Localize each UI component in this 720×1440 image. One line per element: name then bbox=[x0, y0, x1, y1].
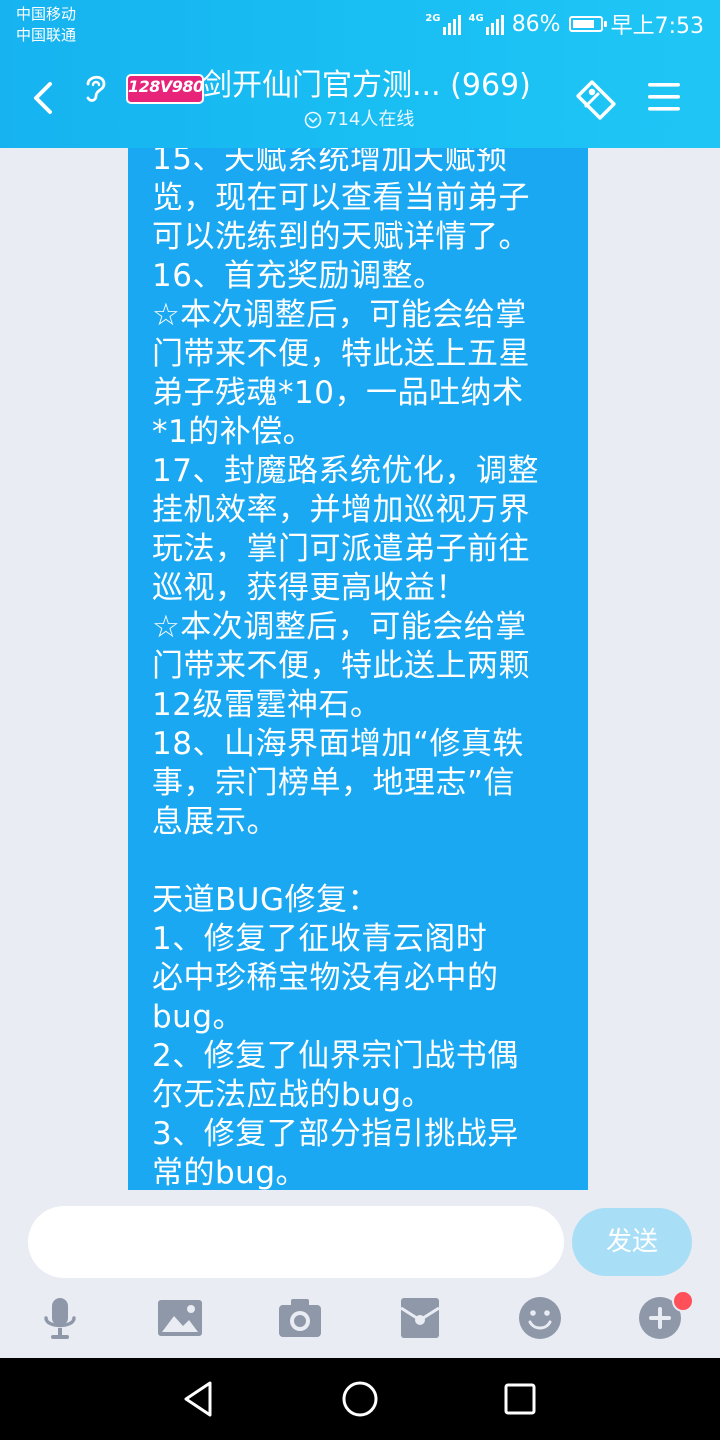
carrier-1: 中国移动 bbox=[16, 5, 77, 23]
message-line: 16、首充奖励调整。 bbox=[152, 258, 445, 294]
message-line: ☆本次调整后，可能会给掌 bbox=[152, 297, 527, 333]
message-input[interactable] bbox=[28, 1206, 564, 1278]
message-line: bug。 bbox=[152, 999, 245, 1035]
signal-2-icon: 4G bbox=[469, 13, 504, 35]
carrier-2: 中国联通 bbox=[16, 26, 77, 44]
tag-icon[interactable] bbox=[572, 76, 620, 122]
message-line: 览，现在可以查看当前弟子 bbox=[152, 180, 530, 216]
clock: 早上7:53 bbox=[610, 14, 704, 39]
message-line: 17、封魔路系统优化，调整 bbox=[152, 453, 539, 489]
message-line: 弟子残魂*10，一品吐纳术 bbox=[152, 375, 524, 411]
online-status[interactable]: 714人在线 bbox=[304, 108, 414, 132]
message-line: 挂机效率，并增加巡视万界 bbox=[152, 492, 530, 528]
navigation-bar bbox=[0, 1358, 720, 1440]
camera-icon[interactable] bbox=[276, 1294, 324, 1342]
chevron-left-icon[interactable] bbox=[28, 78, 58, 118]
message-line: 1、修复了征收青云阁时 bbox=[152, 921, 488, 957]
carrier-info: 中国移动 中国联通 bbox=[16, 4, 76, 46]
message-line: 2、修复了仙界宗门战书偶 bbox=[152, 1038, 519, 1074]
input-area: 发送 bbox=[0, 1190, 720, 1358]
message-line: *1的补偿。 bbox=[152, 414, 315, 450]
menu-icon[interactable] bbox=[646, 80, 682, 114]
microphone-icon[interactable] bbox=[36, 1294, 84, 1342]
message-line: 可以洗练到的天赋详情了。 bbox=[152, 219, 530, 255]
image-icon[interactable] bbox=[156, 1294, 204, 1342]
battery-fill bbox=[572, 20, 594, 28]
send-button[interactable]: 发送 bbox=[572, 1208, 692, 1276]
home-circle-icon[interactable] bbox=[339, 1378, 381, 1420]
message-line: 3、修复了部分指引挑战异 bbox=[152, 1116, 519, 1152]
ear-icon[interactable] bbox=[80, 70, 112, 106]
recents-square-icon[interactable] bbox=[499, 1378, 541, 1420]
back-triangle-icon[interactable] bbox=[178, 1378, 220, 1420]
message-line: 18、山海界面增加“修真轶 bbox=[152, 726, 525, 762]
battery-percent: 86% bbox=[511, 11, 561, 37]
message-line: 必中珍稀宝物没有必中的 bbox=[152, 960, 499, 996]
message-line: 15、天赋系统增加天赋预 bbox=[152, 148, 508, 177]
status-indicators: 2G 4G 86% 早上7:53 bbox=[425, 8, 704, 40]
message-line: 常的bug。 bbox=[152, 1155, 308, 1190]
message-line: 尔无法应战的bug。 bbox=[152, 1077, 434, 1113]
message-line: 天道BUG修复： bbox=[152, 882, 379, 918]
message-line: 事，宗门榜单，地理志”信 bbox=[152, 765, 516, 801]
chat-title[interactable]: 剑开仙门官方测... (969) bbox=[202, 66, 562, 106]
message-line: 12级雷霆神石。 bbox=[152, 687, 382, 723]
chevron-down-circle-icon bbox=[304, 111, 322, 129]
red-packet-icon[interactable] bbox=[396, 1294, 444, 1342]
member-count: (969) bbox=[450, 68, 531, 103]
chat-header: 中国移动 中国联通 2G 4G 86% 早上7:53 128V980 剑开仙门官… bbox=[0, 0, 720, 148]
signal-1-icon: 2G bbox=[425, 13, 461, 35]
message-line: 门带来不便，特此送上两颗 bbox=[152, 648, 530, 684]
message-list[interactable]: 15、天赋系统增加天赋预览，现在可以查看当前弟子 可以洗练到的天赋详情了。 16、首… bbox=[0, 148, 720, 1190]
battery-icon bbox=[568, 16, 607, 32]
notification-dot bbox=[672, 1290, 694, 1312]
message-line: 息展示。 bbox=[152, 804, 278, 840]
message-line: 门带来不便，特此送上五星 bbox=[152, 336, 530, 372]
emoji-icon[interactable] bbox=[516, 1294, 564, 1342]
group-name: 剑开仙门官方测... bbox=[202, 68, 441, 103]
message-line: 玩法，掌门可派遣弟子前往 bbox=[152, 531, 530, 567]
message-bubble[interactable]: 15、天赋系统增加天赋预览，现在可以查看当前弟子 可以洗练到的天赋详情了。 16、首… bbox=[128, 148, 588, 1190]
online-count: 714人在线 bbox=[326, 109, 415, 130]
message-line: 巡视，获得更高收益！ bbox=[152, 570, 467, 606]
group-logo: 128V980 bbox=[126, 74, 204, 104]
message-line: ☆本次调整后，可能会给掌 bbox=[152, 609, 527, 645]
